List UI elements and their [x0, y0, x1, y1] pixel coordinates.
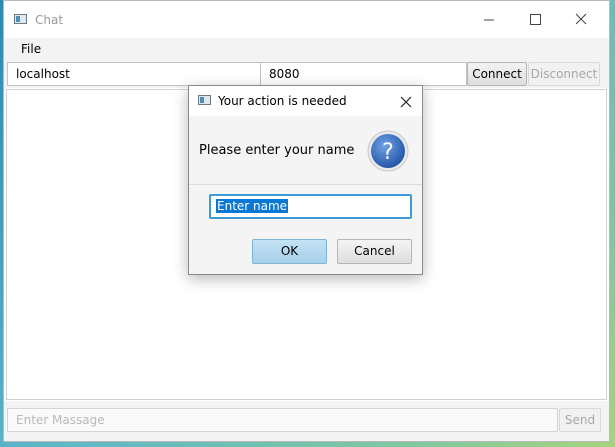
minimize-icon	[484, 19, 494, 21]
name-dialog: Your action is needed Please enter your …	[188, 85, 423, 275]
cancel-button[interactable]: Cancel	[337, 239, 412, 264]
connection-bar: Connect Disconnect	[4, 61, 609, 88]
ok-button[interactable]: OK	[252, 239, 327, 264]
question-icon: ?	[367, 130, 409, 172]
minimize-button[interactable]	[466, 1, 512, 38]
disconnect-button[interactable]: Disconnect	[528, 62, 600, 86]
dialog-close-button[interactable]	[396, 92, 416, 112]
menu-bar: File	[4, 38, 609, 61]
window-title: Chat	[35, 13, 64, 27]
dialog-header: Please enter your name ?	[189, 116, 422, 185]
host-input[interactable]	[7, 62, 261, 86]
menu-file[interactable]: File	[21, 42, 41, 56]
dialog-title: Your action is needed	[218, 94, 347, 108]
message-bar: Send	[4, 401, 609, 441]
send-button[interactable]: Send	[559, 408, 601, 432]
close-icon	[575, 13, 587, 25]
name-input[interactable]: Enter name	[209, 194, 412, 219]
connect-button[interactable]: Connect	[467, 62, 527, 86]
port-input[interactable]	[260, 62, 467, 86]
close-button[interactable]	[558, 1, 604, 38]
name-input-value: Enter name	[216, 199, 289, 213]
app-icon	[14, 14, 27, 24]
dialog-title-bar[interactable]: Your action is needed	[189, 86, 422, 116]
maximize-icon	[530, 14, 541, 25]
title-bar[interactable]: Chat	[4, 1, 609, 38]
message-input[interactable]	[7, 408, 558, 432]
dialog-body: Enter name OK Cancel	[189, 185, 422, 274]
dialog-app-icon	[198, 95, 211, 105]
dialog-prompt: Please enter your name	[199, 143, 355, 158]
maximize-button[interactable]	[512, 1, 558, 38]
svg-text:?: ?	[382, 140, 394, 165]
close-icon	[400, 96, 412, 108]
